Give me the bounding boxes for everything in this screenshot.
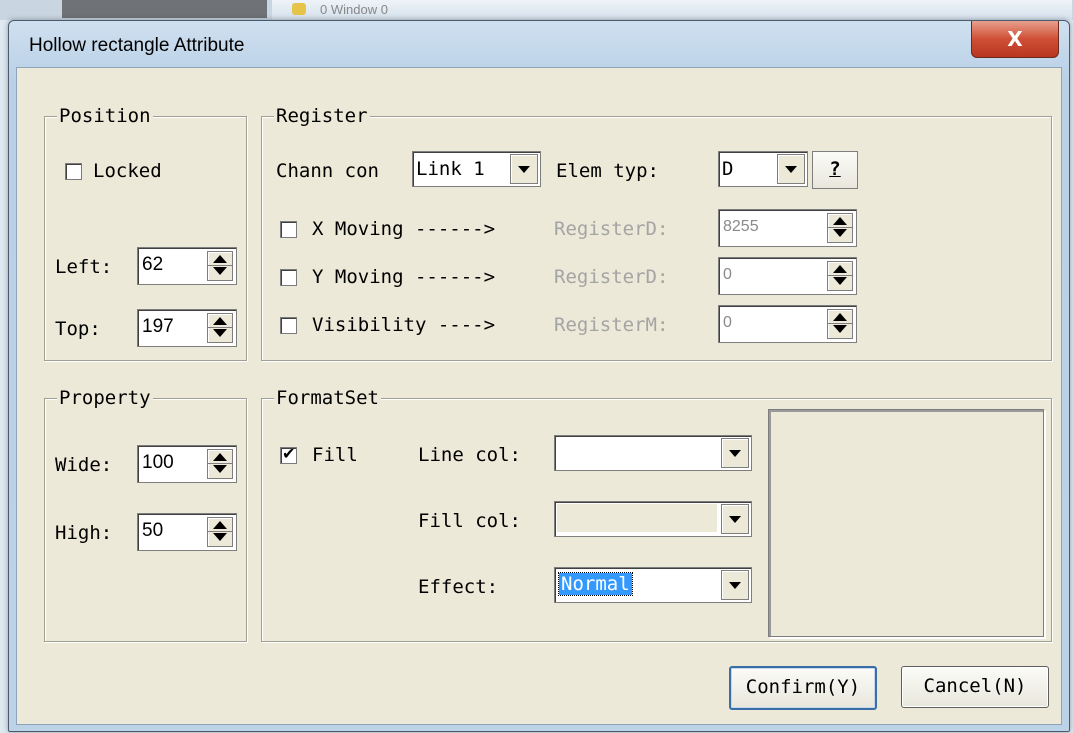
top-label: Top: (55, 318, 101, 340)
elem-typ-select[interactable]: D (718, 151, 808, 187)
background-panel (62, 0, 267, 18)
attribute-dialog: Hollow rectangle Attribute X Position Lo… (8, 20, 1070, 732)
register-group-title: Register (274, 104, 370, 128)
effect-label: Effect: (418, 576, 499, 598)
property-group: Property Wide: 100 High: 50 (44, 386, 247, 642)
chann-con-select[interactable]: Link 1 (412, 151, 541, 187)
chevron-down-icon[interactable] (721, 570, 749, 600)
locked-label: Locked (93, 160, 162, 182)
cancel-button[interactable]: Cancel(N) (901, 666, 1049, 708)
high-value: 50 (142, 520, 164, 541)
fill-col-select[interactable] (554, 501, 752, 537)
y-moving-checkbox[interactable] (280, 269, 297, 286)
elem-typ-label: Elem typ: (556, 160, 659, 182)
y-moving-spin-button[interactable] (827, 261, 853, 291)
y-moving-register-field[interactable]: 0 (718, 257, 857, 295)
chevron-down-icon[interactable] (510, 154, 538, 184)
fill-col-label: Fill col: (418, 510, 521, 532)
preview-area (768, 409, 1044, 637)
position-group: Position Locked Left: 62 Top: 197 (44, 104, 247, 361)
check-icon: ✔ (282, 444, 296, 463)
x-moving-register-field[interactable]: 8255 (718, 209, 857, 247)
wide-label: Wide: (55, 454, 113, 476)
chann-con-label: Chann con (276, 160, 379, 182)
visibility-spin-button[interactable] (827, 309, 853, 339)
wide-spin-field[interactable]: 100 (137, 445, 237, 483)
fill-col-swatch (557, 504, 717, 532)
wide-spin-button[interactable] (207, 449, 233, 479)
chevron-down-icon[interactable] (721, 504, 749, 534)
visibility-register-field[interactable]: 0 (718, 305, 857, 343)
background-window (272, 0, 1072, 20)
line-col-swatch (557, 438, 717, 466)
formatset-group: FormatSet ✔ Fill Line col: Fill col: Eff… (261, 386, 1052, 642)
high-spin-button[interactable] (207, 517, 233, 547)
fill-checkbox[interactable]: ✔ (280, 444, 297, 464)
visibility-label: Visibility ----> (312, 314, 496, 336)
top-spin-field[interactable]: 197 (137, 309, 237, 347)
register-group: Register Chann con Link 1 Elem typ: D ? … (261, 104, 1052, 361)
dialog-client-area: Position Locked Left: 62 Top: 197 Regist… (16, 67, 1062, 725)
dialog-title: Hollow rectangle Attribute (29, 35, 245, 56)
x-moving-register-value: 8255 (723, 218, 759, 235)
chevron-down-icon[interactable] (777, 154, 805, 184)
property-group-title: Property (57, 386, 153, 410)
close-button[interactable]: X (971, 21, 1059, 58)
elem-typ-value: D (722, 158, 734, 180)
chann-con-value: Link 1 (416, 158, 485, 180)
y-moving-register-label: RegisterD: (554, 266, 669, 288)
effect-select[interactable]: Normal (554, 567, 752, 603)
x-moving-label: X Moving ------> (312, 218, 496, 240)
help-button[interactable]: ? (812, 151, 858, 189)
x-moving-checkbox[interactable] (280, 221, 297, 238)
locked-checkbox[interactable] (65, 163, 82, 180)
y-moving-label: Y Moving ------> (312, 266, 496, 288)
visibility-register-label: RegisterM: (554, 314, 669, 336)
left-label: Left: (55, 256, 113, 278)
left-value: 62 (142, 254, 164, 275)
visibility-register-value: 0 (723, 314, 732, 331)
line-col-label: Line col: (418, 444, 521, 466)
position-group-title: Position (57, 104, 153, 128)
window-icon (292, 3, 306, 15)
close-icon: X (1007, 27, 1023, 51)
high-spin-field[interactable]: 50 (137, 513, 237, 551)
chevron-down-icon[interactable] (721, 438, 749, 468)
visibility-checkbox[interactable] (280, 317, 297, 334)
left-spin-button[interactable] (207, 251, 233, 281)
background-window-title: 0 Window 0 (320, 2, 388, 17)
top-spin-button[interactable] (207, 313, 233, 343)
formatset-group-title: FormatSet (274, 386, 381, 410)
y-moving-register-value: 0 (723, 266, 732, 283)
effect-value: Normal (558, 572, 633, 596)
line-col-select[interactable] (554, 435, 752, 471)
x-moving-register-label: RegisterD: (554, 218, 669, 240)
left-spin-field[interactable]: 62 (137, 247, 237, 285)
fill-label: Fill (312, 444, 358, 466)
high-label: High: (55, 522, 113, 544)
confirm-button[interactable]: Confirm(Y) (729, 666, 877, 710)
x-moving-spin-button[interactable] (827, 213, 853, 243)
top-value: 197 (142, 316, 174, 337)
wide-value: 100 (142, 452, 174, 473)
